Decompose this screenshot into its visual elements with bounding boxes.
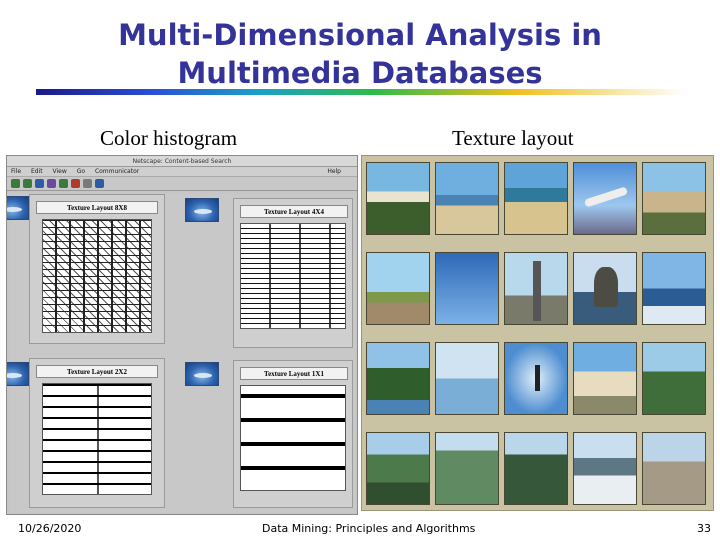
texture-pattern-1x1[interactable] (240, 385, 346, 491)
thumbnail-city[interactable] (642, 432, 706, 505)
texture-card-4x4: Texture Layout 4X4 (233, 198, 353, 348)
browser-menu-bar: File Edit View Go Communicator Help (7, 167, 357, 177)
browser-toolbar (7, 177, 357, 191)
menu-communicator[interactable]: Communicator (95, 168, 139, 175)
thumbnail-lake[interactable] (435, 342, 499, 415)
print-icon[interactable] (83, 179, 92, 188)
texture-card-2x2: Texture Layout 2X2 (29, 358, 165, 508)
thumbnail-sky[interactable] (504, 342, 568, 415)
browser-content: Texture Layout 8X8 Texture Layout 4X4 Te… (7, 194, 355, 512)
home-icon[interactable] (47, 179, 56, 188)
thumbnail-mountain[interactable] (366, 432, 430, 505)
back-icon[interactable] (11, 179, 20, 188)
reload-icon[interactable] (35, 179, 44, 188)
thumbnail-pavilion[interactable] (573, 342, 637, 415)
thumbnail-rocks[interactable] (573, 252, 637, 325)
thumbnail-mountain[interactable] (435, 432, 499, 505)
browser-screenshot: Netscape: Content-based Search File Edit… (6, 155, 358, 515)
stop-icon[interactable] (71, 179, 80, 188)
menu-edit[interactable]: Edit (31, 168, 43, 175)
caption-texture-layout: Texture layout (452, 126, 574, 150)
thumbnail-tower[interactable] (504, 252, 568, 325)
thumbnail-trees[interactable] (366, 342, 430, 415)
texture-label-4x4: Texture Layout 4X4 (240, 205, 348, 218)
menu-file[interactable]: File (11, 168, 21, 175)
caption-color-histogram: Color histogram (100, 126, 238, 150)
fish-image (185, 362, 219, 386)
thumbnail-palm-tree[interactable] (366, 252, 430, 325)
thumbnail-glacier[interactable] (573, 432, 637, 505)
texture-pattern-2x2[interactable] (42, 383, 152, 495)
search-icon[interactable] (59, 179, 68, 188)
thumbnail-beach[interactable] (504, 162, 568, 235)
footer-date: 10/26/2020 (18, 522, 82, 535)
menu-go[interactable]: Go (77, 168, 85, 175)
title-line-2: Multimedia Databases (177, 56, 543, 90)
thumbnail-beach[interactable] (435, 162, 499, 235)
texture-label-1x1: Texture Layout 1X1 (240, 367, 348, 380)
texture-pattern-8x8[interactable] (42, 219, 152, 333)
title-underline (36, 89, 686, 95)
texture-card-1x1: Texture Layout 1X1 (233, 360, 353, 508)
texture-pattern-4x4[interactable] (240, 223, 346, 329)
thumbnail-cable-car[interactable] (642, 342, 706, 415)
security-icon[interactable] (95, 179, 104, 188)
menu-view[interactable]: View (53, 168, 67, 175)
texture-label-8x8: Texture Layout 8X8 (36, 201, 158, 214)
texture-label-2x2: Texture Layout 2X2 (36, 365, 158, 378)
fish-image (7, 196, 29, 220)
footer-title: Data Mining: Principles and Algorithms (262, 522, 476, 535)
menu-help[interactable]: Help (327, 167, 341, 177)
browser-title-bar: Netscape: Content-based Search (7, 156, 357, 167)
slide-title: Multi-Dimensional Analysis in Multimedia… (0, 16, 720, 92)
thumbnail-airplane[interactable] (573, 162, 637, 235)
fish-image (185, 198, 219, 222)
title-line-1: Multi-Dimensional Analysis in (118, 18, 602, 52)
forward-icon[interactable] (23, 179, 32, 188)
footer-page-number: 33 (697, 522, 711, 535)
image-grid (361, 155, 714, 511)
texture-card-8x8: Texture Layout 8X8 (29, 194, 165, 344)
thumbnail-town[interactable] (642, 162, 706, 235)
fish-image (7, 362, 29, 386)
thumbnail-beach[interactable] (366, 162, 430, 235)
thumbnail-jets[interactable] (435, 252, 499, 325)
thumbnail-forest[interactable] (504, 432, 568, 505)
thumbnail-waves[interactable] (642, 252, 706, 325)
